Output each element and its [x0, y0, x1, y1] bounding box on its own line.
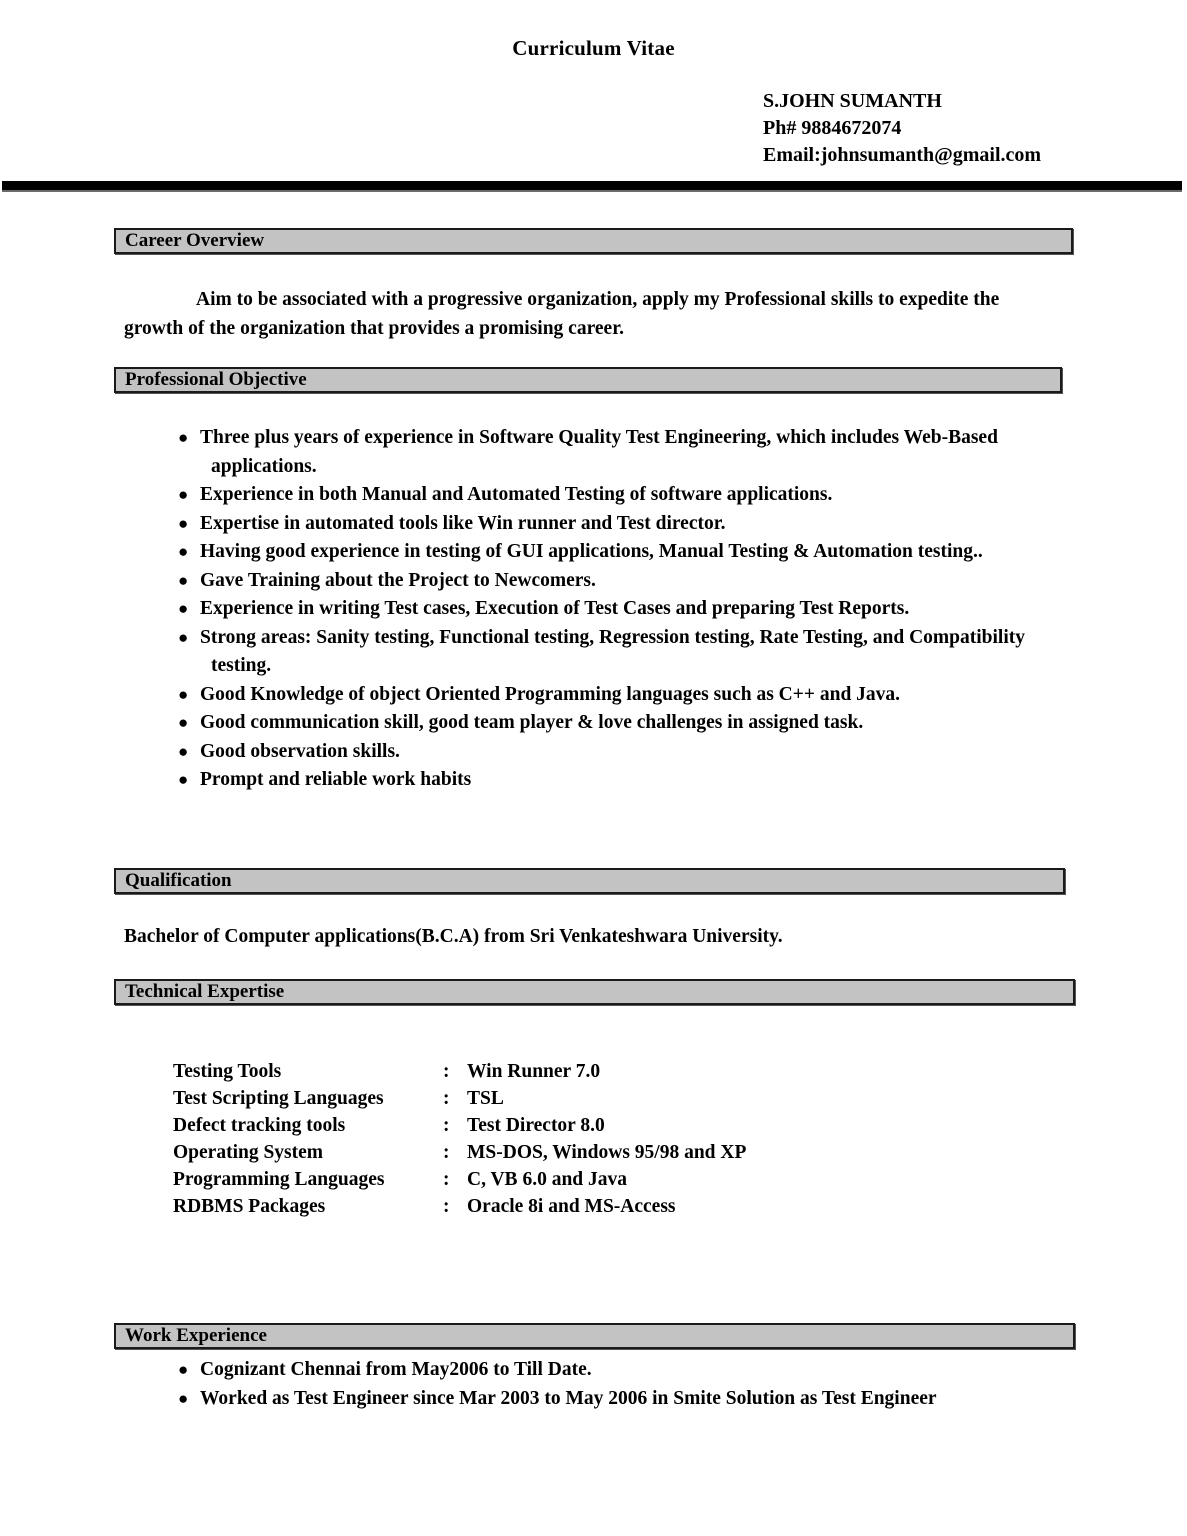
professional-objective-list: ● Three plus years of experience in Soft… — [168, 424, 1068, 795]
page-title: Curriculum Vitae — [512, 36, 675, 60]
list-item: ● Having good experience in testing of G… — [168, 538, 1068, 567]
list-item-text: Having good experience in testing of GUI… — [200, 541, 983, 562]
tech-label: Testing Tools — [173, 1061, 282, 1082]
bullet-icon: ● — [178, 485, 189, 504]
tech-value: MS-DOS, Windows 95/98 and XP — [467, 1142, 747, 1163]
list-item: ● Good observation skills. — [168, 738, 1068, 767]
bullet-icon: ● — [178, 1388, 189, 1408]
work-experience-list: ● Cognizant Chennai from May2006 to Till… — [168, 1356, 1048, 1413]
section-title-professional-objective: Professional Objective — [125, 369, 307, 390]
bullet-icon: ● — [178, 684, 189, 704]
tech-label: Defect tracking tools — [173, 1115, 346, 1136]
resume-page: Curriculum Vitae S.JOHN SUMANTH Ph# 9884… — [0, 0, 1187, 1536]
list-item: ● Three plus years of experience in Soft… — [168, 424, 1068, 481]
list-item: ● Experience in writing Test cases, Exec… — [168, 595, 1068, 624]
career-overview-line-1: Aim to be associated with a progressive … — [196, 289, 895, 310]
tech-separator: : — [443, 1196, 450, 1217]
list-item-text: Expertise in automated tools like Win ru… — [200, 512, 726, 534]
tech-separator: : — [443, 1088, 450, 1109]
candidate-name: S.JOHN SUMANTH — [763, 90, 942, 112]
tech-label: Programming Languages — [173, 1169, 385, 1190]
bullet-icon: ● — [178, 570, 189, 590]
bullet-icon: ● — [178, 542, 189, 561]
tech-label: Test Scripting Languages — [173, 1088, 384, 1109]
candidate-email: Email:johnsumanth@gmail.com — [763, 144, 1042, 166]
bullet-icon: ● — [178, 741, 189, 761]
table-row: Testing Tools : Win Runner 7.0 — [173, 1058, 746, 1085]
section-header-career-overview: Career Overview — [114, 228, 1073, 254]
section-title-work-experience: Work Experience — [125, 1325, 267, 1346]
list-item-text: Worked as Test Engineer since Mar 2003 t… — [200, 1387, 937, 1409]
list-item: ● Experience in both Manual and Automate… — [168, 481, 1068, 510]
section-title-qualification: Qualification — [125, 870, 232, 891]
tech-value: C, VB 6.0 and Java — [467, 1169, 628, 1190]
list-item-text: Good communication skill, good team play… — [200, 712, 864, 733]
section-header-work-experience: Work Experience — [114, 1323, 1075, 1349]
career-overview-paragraph: Aim to be associated with a progressive … — [124, 285, 1054, 343]
list-item: ● Cognizant Chennai from May2006 to Till… — [168, 1356, 1048, 1385]
table-row: Programming Languages : C, VB 6.0 and Ja… — [173, 1166, 746, 1193]
list-item-text: Good Knowledge of object Oriented Progra… — [200, 683, 901, 705]
tech-value: Oracle 8i and MS-Access — [467, 1196, 676, 1217]
list-item-text: Experience in writing Test cases, Execut… — [200, 598, 910, 619]
list-item: ● Good Knowledge of object Oriented Prog… — [168, 681, 1068, 710]
list-item-text: Good observation skills. — [200, 740, 400, 762]
bullet-icon: ● — [178, 713, 189, 732]
list-item: ● Prompt and reliable work habits — [168, 766, 1068, 795]
bullet-icon: ● — [178, 770, 189, 789]
header-divider — [2, 181, 1182, 192]
list-item-text: Gave Training about the Project to Newco… — [200, 569, 596, 591]
bullet-icon: ● — [178, 428, 189, 447]
list-item: ● Gave Training about the Project to New… — [168, 567, 1068, 596]
bullet-icon: ● — [178, 513, 189, 533]
table-row: Test Scripting Languages : TSL — [173, 1085, 746, 1112]
tech-separator: : — [443, 1142, 450, 1163]
list-item: ● Strong areas: Sanity testing, Function… — [168, 624, 1068, 681]
list-item-text: Three plus years of experience in Softwa… — [200, 427, 998, 477]
bullet-icon: ● — [178, 627, 189, 647]
contact-block: S.JOHN SUMANTH Ph# 9884672074 Email:john… — [763, 88, 1041, 169]
list-item: ● Worked as Test Engineer since Mar 2003… — [168, 1385, 1048, 1414]
section-header-professional-objective: Professional Objective — [114, 367, 1062, 393]
section-title-technical-expertise: Technical Expertise — [125, 981, 285, 1002]
list-item: ● Good communication skill, good team pl… — [168, 709, 1068, 738]
tech-label: Operating System — [173, 1142, 324, 1163]
tech-value: Test Director 8.0 — [467, 1115, 605, 1136]
tech-separator: : — [443, 1061, 450, 1082]
list-item-text: Cognizant Chennai from May2006 to Till D… — [200, 1359, 592, 1380]
list-item-text: Prompt and reliable work habits — [200, 769, 472, 790]
list-item-text: Experience in both Manual and Automated … — [200, 484, 833, 505]
bullet-icon: ● — [178, 599, 189, 618]
tech-separator: : — [443, 1115, 450, 1136]
technical-expertise-table: Testing Tools : Win Runner 7.0 Test Scri… — [173, 1058, 746, 1220]
tech-separator: : — [443, 1169, 450, 1190]
table-row: Operating System : MS-DOS, Windows 95/98… — [173, 1139, 746, 1166]
candidate-phone: Ph# 9884672074 — [763, 117, 902, 139]
bullet-icon: ● — [178, 1360, 189, 1379]
tech-value: TSL — [467, 1088, 504, 1109]
list-item-text: Strong areas: Sanity testing, Functional… — [200, 626, 1026, 677]
section-title-career-overview: Career Overview — [125, 230, 265, 251]
list-item: ● Expertise in automated tools like Win … — [168, 510, 1068, 539]
tech-value: Win Runner 7.0 — [467, 1061, 601, 1082]
qualification-text: Bachelor of Computer applications(B.C.A)… — [124, 926, 783, 947]
section-header-technical-expertise: Technical Expertise — [114, 979, 1075, 1005]
table-row: Defect tracking tools : Test Director 8.… — [173, 1112, 746, 1139]
table-row: RDBMS Packages : Oracle 8i and MS-Access — [173, 1193, 746, 1220]
tech-label: RDBMS Packages — [173, 1196, 326, 1217]
section-header-qualification: Qualification — [114, 868, 1065, 894]
